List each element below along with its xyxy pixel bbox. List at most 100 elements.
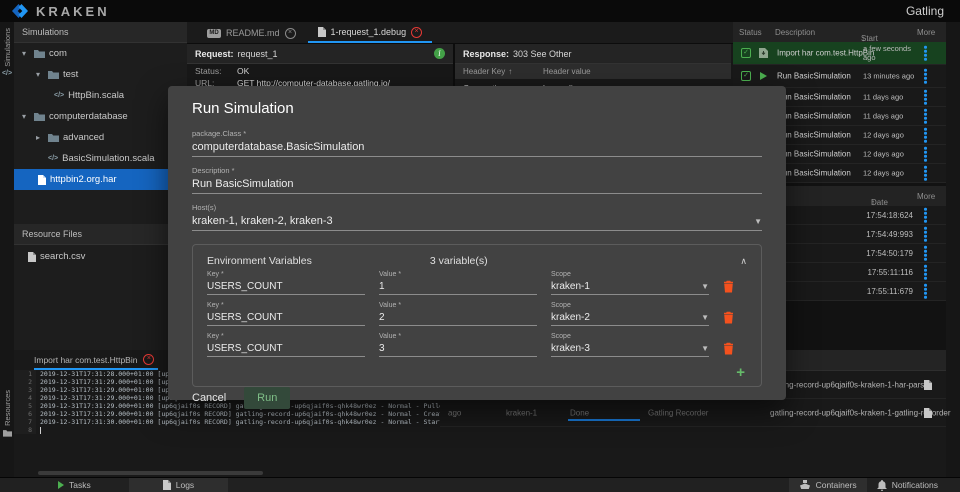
statusbar-notifications[interactable]: Notifications [867,478,948,492]
task-date: 13 minutes ago [863,72,915,81]
chevron-down-icon: ▼ [754,217,762,226]
package-class-field[interactable]: package.Class * computerdatabase.BasicSi… [192,129,762,157]
info-icon[interactable]: i [434,48,445,59]
folder-icon [48,133,59,142]
env-key-input[interactable]: USERS_COUNT [207,343,365,357]
response-title-value: 303 See Other [513,49,572,59]
run-button[interactable]: Run [244,387,290,409]
env-key-field[interactable]: Key *USERS_COUNT [207,302,365,326]
env-key-input[interactable]: USERS_COUNT [207,312,365,326]
more-menu-icon[interactable] [924,46,927,61]
tree-item-computerdatabase[interactable]: ▾ computerdatabase [14,106,187,127]
env-scope-field[interactable]: Scopekraken-1▼ [551,271,709,295]
status-check-icon[interactable]: ✓ [741,71,751,81]
description-field[interactable]: Description * Run BasicSimulation [192,166,762,194]
simulations-header: Simulations [14,22,187,43]
delete-variable-icon[interactable] [723,342,747,355]
env-key-field[interactable]: Key *USERS_COUNT [207,333,365,357]
folder-icon [34,112,45,121]
statusbar-tasks[interactable]: Tasks [48,478,101,492]
rail-tab-simulations-label: Simulations [3,28,12,67]
env-value-field[interactable]: Value *1 [379,271,537,295]
status-bar: Tasks Logs Containers Notifications [0,477,960,492]
more-menu-icon[interactable] [924,69,927,84]
chevron-right-icon[interactable]: ▸ [36,133,44,142]
column-header-value[interactable]: Header value [543,67,591,76]
chevron-down-icon[interactable]: ▾ [22,49,30,58]
rail-tab-resources-label: Resources [3,390,12,426]
hosts-select[interactable]: kraken-1, kraken-2, kraken-3▼ [192,215,762,231]
resource-item-search-csv[interactable]: search.csv [14,246,187,267]
more-menu-icon[interactable] [924,90,927,105]
env-scope-select[interactable]: kraken-3▼ [551,343,709,357]
more-menu-icon[interactable] [924,284,927,299]
rail-tab-simulations[interactable]: Simulations </> [0,28,14,77]
response-title-label: Response: [463,49,509,59]
tree-item-httpbin-scala[interactable]: </> HttpBin.scala [14,85,187,106]
tree-item-test[interactable]: ▾ test [14,64,187,85]
delete-variable-icon[interactable] [723,280,747,293]
container-status: Done [570,408,589,417]
delete-variable-icon[interactable] [723,311,747,324]
column-status[interactable]: Status [739,28,762,37]
add-variable-icon[interactable]: + [736,364,745,381]
play-icon [760,72,767,80]
rail-tab-resources[interactable]: Resources [0,390,14,437]
tree-item-httpbin2-har-selected[interactable]: httpbin2.org.har [14,169,187,190]
env-variable-row: Key *USERS_COUNT Value *1 Scopekraken-1▼ [207,271,747,295]
more-menu-icon[interactable] [924,246,927,261]
tree-item-advanced[interactable]: ▸ advanced [14,127,187,148]
task-row[interactable]: ✓ Import har com.test.HttpBin a few seco… [733,42,946,65]
log-file-icon[interactable] [924,380,932,390]
code-icon: </> [2,70,12,77]
env-scope-field[interactable]: Scopekraken-3▼ [551,333,709,357]
env-scope-field[interactable]: Scopekraken-2▼ [551,302,709,326]
env-value-input[interactable]: 3 [379,343,537,357]
more-menu-icon[interactable] [924,128,927,143]
description-input[interactable]: Run BasicSimulation [192,178,762,194]
horizontal-scrollbar[interactable] [38,471,263,475]
env-value-input[interactable]: 1 [379,281,537,295]
chevron-down-icon[interactable]: ▾ [22,112,30,121]
env-key-field[interactable]: Key *USERS_COUNT [207,271,365,295]
more-menu-icon[interactable] [924,166,927,181]
environment-variables-header[interactable]: Environment Variables 3 variable(s) ∧ [207,251,747,271]
tab-request-debug[interactable]: 1-request_1.debug × [308,23,433,43]
variables-count: 3 variable(s) [430,255,488,267]
package-class-input[interactable]: computerdatabase.BasicSimulation [192,141,762,157]
more-menu-icon[interactable] [924,147,927,162]
env-value-field[interactable]: Value *3 [379,333,537,357]
more-menu-icon[interactable] [924,227,927,242]
statusbar-containers[interactable]: Containers [789,478,867,492]
column-more: More [917,28,935,37]
chevron-down-icon[interactable]: ▾ [36,70,44,79]
env-value-input[interactable]: 2 [379,312,537,326]
env-key-input[interactable]: USERS_COUNT [207,281,365,295]
env-value-field[interactable]: Value *2 [379,302,537,326]
cancel-button[interactable]: Cancel [192,392,226,404]
hosts-field[interactable]: Host(s) kraken-1, kraken-2, kraken-3▼ [192,203,762,231]
close-icon[interactable]: × [143,354,154,365]
editor-tab-bar: MD README.md × 1-request_1.debug × [187,22,733,44]
tab-readme[interactable]: MD README.md × [197,23,306,43]
column-description[interactable]: Description [775,28,815,37]
tree-item-basicsimulation-scala[interactable]: </> BasicSimulation.scala [14,148,187,169]
more-menu-icon[interactable] [924,265,927,280]
status-check-icon[interactable]: ✓ [741,48,751,58]
folder-icon [3,429,12,437]
more-menu-icon[interactable] [924,109,927,124]
tree-item-com[interactable]: ▾ com [14,43,187,64]
column-header-key[interactable]: Header Key [463,67,505,76]
task-row[interactable]: ✓ Run BasicSimulation 13 minutes ago [733,65,946,88]
markdown-icon: MD [207,29,221,38]
close-icon[interactable]: × [411,27,422,38]
console-tab[interactable]: Import har com.test.HttpBin × [34,354,158,370]
close-icon[interactable]: × [285,28,296,39]
statusbar-logs[interactable]: Logs [129,478,228,492]
env-scope-select[interactable]: kraken-2▼ [551,312,709,326]
tree-item-label: computerdatabase [49,111,128,122]
env-scope-select[interactable]: kraken-1▼ [551,281,709,295]
more-menu-icon[interactable] [924,208,927,223]
collapse-icon[interactable]: ∧ [740,256,747,267]
log-file-icon[interactable] [924,408,932,418]
